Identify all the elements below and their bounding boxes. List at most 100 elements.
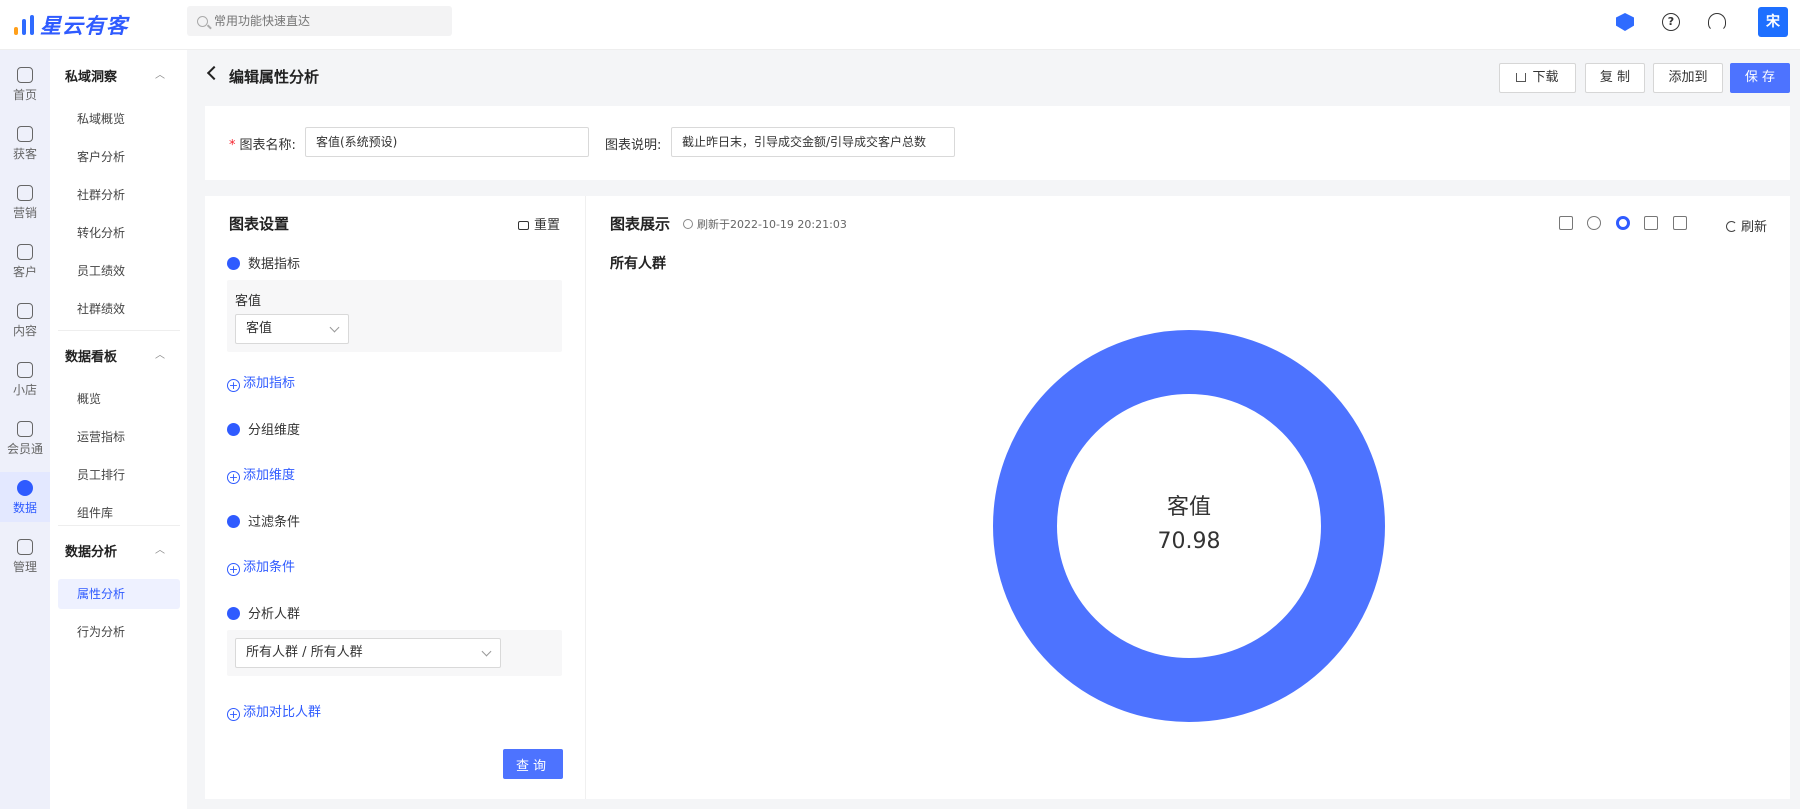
audience-section-title: 分析人群 (227, 603, 300, 622)
shop-icon (17, 362, 33, 378)
rail-item-1[interactable]: 获客 (0, 118, 50, 168)
rail-item-label: 营销 (12, 206, 37, 220)
avatar[interactable]: 宋 (1758, 7, 1788, 37)
subnav-item[interactable]: 客户分析 (58, 142, 180, 172)
plus-circle-icon: + (227, 563, 240, 576)
group-section-title: 分组维度 (227, 419, 300, 438)
subnav-item[interactable]: 运营指标 (58, 422, 180, 452)
copy-button[interactable]: 复 制 (1585, 63, 1645, 93)
chart-desc-input[interactable]: 截止昨日末，引导成交金额/引导成交客户总数 (671, 127, 955, 157)
subnav-item[interactable]: 员工绩效 (58, 256, 180, 286)
donut-slice[interactable] (993, 330, 1385, 722)
search-input[interactable] (214, 14, 434, 28)
metric-select[interactable]: 客值 (235, 314, 349, 344)
user-icon (17, 244, 33, 260)
save-button[interactable]: 保 存 (1730, 63, 1790, 93)
subnav-item[interactable]: 私域概览 (58, 104, 180, 134)
back-icon[interactable] (206, 65, 222, 81)
settings-title: 图表设置 (229, 215, 290, 233)
subnav-item[interactable]: 概览 (58, 384, 180, 414)
download-button[interactable]: 下载 (1499, 63, 1576, 93)
filter-icon (227, 515, 240, 528)
global-search[interactable] (187, 6, 452, 36)
plus-circle-icon: + (227, 379, 240, 392)
donut-center-label: 客值 (1167, 495, 1211, 520)
logo-icon (12, 13, 40, 37)
plus-circle-icon: + (227, 708, 240, 721)
subnav-item[interactable]: 行为分析 (58, 617, 180, 647)
swap-icon (518, 221, 529, 230)
subnav-item[interactable]: 组件库 (58, 498, 180, 528)
logo-text: 星云有客 (40, 14, 128, 38)
rail-item-8[interactable]: 管理 (0, 531, 50, 581)
page-header: 编辑属性分析 下载 复 制 添加到 保 存 (205, 62, 1790, 94)
rail-item-3[interactable]: 客户 (0, 236, 50, 286)
rail-item-label: 客户 (12, 265, 37, 279)
rail-item-label: 获客 (12, 147, 37, 161)
sub-navigation: 私域洞察 ︿ 私域概览客户分析社群分析转化分析员工绩效社群绩效数据看板 ︿ 概览运营指标… (50, 50, 187, 809)
add-filter-link[interactable]: + 添加条件 (227, 556, 295, 576)
rail-item-6[interactable]: 会员通 (0, 413, 50, 463)
rail-item-label: 小店 (12, 383, 37, 397)
add-to-button[interactable]: 添加到 (1653, 63, 1723, 93)
bulb-icon (17, 185, 33, 201)
top-bar: 星云有客 ? 宋 (0, 0, 1800, 50)
chart-settings-panel: 图表设置 重置 数据指标 客值 客值 + 添加指标 分组维度 + 添加维度 过滤条件… (205, 196, 585, 799)
divider (58, 330, 180, 331)
reset-button[interactable]: 重置 (518, 214, 560, 233)
main-nav-rail: 首页获客营销客户内容小店会员通数据管理 (0, 50, 50, 809)
rail-item-7[interactable]: 数据 (0, 472, 50, 522)
shield-icon[interactable] (1616, 13, 1634, 31)
add-group-link[interactable]: + 添加维度 (227, 464, 295, 484)
headset-icon[interactable] (1708, 13, 1726, 31)
rail-item-label: 会员通 (6, 442, 43, 456)
search-icon (197, 15, 208, 27)
grid-icon (17, 539, 33, 555)
rail-item-label: 首页 (12, 88, 37, 102)
page-title: 编辑属性分析 (229, 68, 320, 86)
rail-item-4[interactable]: 内容 (0, 295, 50, 345)
metric-box: 客值 客值 (227, 280, 562, 352)
audience-select[interactable]: 所有人群 / 所有人群 (235, 638, 501, 668)
app-logo[interactable]: 星云有客 (12, 10, 128, 40)
chevron-down-icon (481, 646, 492, 657)
subnav-item[interactable]: 员工排行 (58, 460, 180, 490)
add-compare-audience-link[interactable]: + 添加对比人群 (227, 701, 321, 721)
rail-item-label: 数据 (12, 501, 37, 515)
metric-name: 客值 (235, 294, 262, 309)
help-icon[interactable]: ? (1662, 13, 1680, 31)
home-icon (17, 67, 33, 83)
metrics-section-title: 数据指标 (227, 253, 300, 272)
subnav-item[interactable]: 社群绩效 (58, 294, 180, 324)
bar-chart-icon (227, 257, 240, 270)
chart-name-label: * 图表名称: (229, 138, 296, 153)
chevron-down-icon (329, 322, 340, 333)
subnav-item[interactable]: 转化分析 (58, 218, 180, 248)
download-label: 下载 (1532, 70, 1559, 85)
subnav-item[interactable]: 社群分析 (58, 180, 180, 210)
grid-icon (227, 423, 240, 436)
chevron-up-icon: ︿ (155, 70, 165, 81)
rail-item-0[interactable]: 首页 (0, 59, 50, 109)
donut-chart: 客值 70.98 (993, 330, 1385, 722)
pie-icon (17, 480, 33, 496)
chart-desc-label: 图表说明: (605, 138, 662, 153)
chart-info-card: * 图表名称: 客值(系统预设) 图表说明: 截止昨日末，引导成交金额/引导成交客… (205, 106, 1790, 180)
chart-display-panel: 图表展示 刷新于2022-10-19 20:21:03 刷新 所有人群 客值 7… (585, 196, 1790, 799)
chevron-up-icon: ︿ (155, 545, 165, 556)
query-button[interactable]: 查询 (503, 749, 563, 779)
subnav-group-title[interactable]: 数据看板 ︿ (65, 346, 180, 365)
plus-circle-icon: + (227, 471, 240, 484)
subnav-group-title[interactable]: 数据分析 ︿ (65, 541, 180, 560)
add-metric-link[interactable]: + 添加指标 (227, 372, 295, 392)
audience-box: 所有人群 / 所有人群 (227, 630, 562, 676)
chart-name-input[interactable]: 客值(系统预设) (305, 127, 589, 157)
rail-item-label: 内容 (12, 324, 37, 338)
subnav-item[interactable]: 属性分析 (58, 579, 180, 609)
rail-item-2[interactable]: 营销 (0, 177, 50, 227)
rail-item-5[interactable]: 小店 (0, 354, 50, 404)
subnav-group-title[interactable]: 私域洞察 ︿ (65, 66, 180, 85)
download-icon (1516, 73, 1527, 82)
chevron-up-icon: ︿ (155, 350, 165, 361)
acquire-icon (17, 126, 33, 142)
